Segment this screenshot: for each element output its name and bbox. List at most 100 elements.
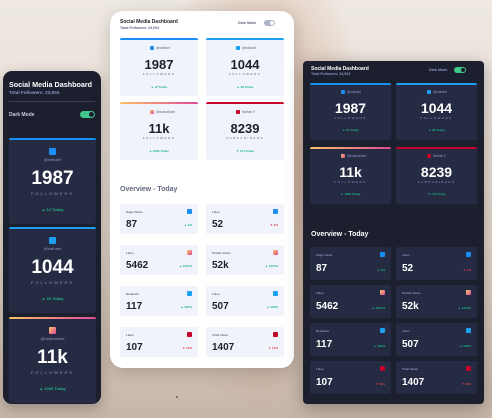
overview-change: ▼ 12% xyxy=(268,346,278,350)
card-handle: Nathan F. xyxy=(242,110,256,114)
facebook-icon xyxy=(273,209,278,214)
card-count: 1044 xyxy=(31,257,74,278)
card-accent-bar xyxy=(396,83,477,85)
card-change: ▲ 99 Today xyxy=(236,85,254,89)
overview-card[interactable]: Page Views 87 ▲ 3% xyxy=(120,204,198,234)
follower-card-youtube[interactable]: Nathan F. 8239 SUBSCRIBERS ▼ 144 Today xyxy=(396,147,477,204)
follower-card-instagram[interactable]: @realnathanf 11k FOLLOWERS ▲ 1099 Today xyxy=(310,147,391,204)
overview-label: Retweets xyxy=(126,292,140,296)
overview-change: ▲ 1375% xyxy=(264,264,278,268)
overview-label: Page Views xyxy=(316,253,333,257)
card-change: ▲ 1099 Today xyxy=(39,386,66,391)
overview-card[interactable]: Retweets 117 ▲ 303% xyxy=(120,286,198,316)
overview-value: 107 xyxy=(126,342,143,353)
total-followers: Total Followers: 23,004 xyxy=(9,90,60,95)
divider xyxy=(9,101,95,102)
card-handle: @nathanf xyxy=(43,157,62,162)
overview-label: Likes xyxy=(402,329,410,333)
card-count: 1044 xyxy=(230,57,260,72)
follower-card-twitter[interactable]: @nathanf 1044 FOLLOWERS ▲ 99 Today xyxy=(206,38,284,96)
overview-label: Likes xyxy=(316,367,324,371)
dark-mode-toggle[interactable] xyxy=(454,67,466,73)
instagram-icon xyxy=(150,110,154,114)
overview-label: Likes xyxy=(126,251,134,255)
follower-card-facebook[interactable]: @nathanf 1987 FOLLOWERS ▲ 12 Today xyxy=(310,83,391,140)
card-change: ▲ 12 Today xyxy=(342,128,359,132)
card-count: 11k xyxy=(37,347,68,368)
toggle-knob xyxy=(89,112,94,117)
overview-card[interactable]: Likes 107 ▼ 19% xyxy=(310,361,391,394)
instagram-icon xyxy=(49,327,56,334)
overview-value: 117 xyxy=(126,301,143,312)
overview-card[interactable]: Likes 507 ▲ 553% xyxy=(396,323,477,356)
overview-card[interactable]: Likes 52 ▼ 2% xyxy=(396,247,477,280)
overview-change: ▼ 12% xyxy=(461,382,471,386)
overview-card[interactable]: Likes 107 ▼ 19% xyxy=(120,327,198,357)
overview-label: Likes xyxy=(316,291,324,295)
follower-card-youtube[interactable]: Nathan F. 8239 SUBSCRIBERS ▼ 144 Today xyxy=(206,102,284,160)
card-label: FOLLOWERS xyxy=(334,180,367,184)
dark-mode-label: Dark Mode xyxy=(9,112,35,118)
follower-card-facebook[interactable]: @nathanf 1987 FOLLOWERS ▲ 12 Today xyxy=(120,38,198,96)
facebook-icon xyxy=(380,252,385,257)
overview-card[interactable]: Likes 5462 ▲ 2257% xyxy=(310,285,391,318)
facebook-icon xyxy=(187,209,192,214)
overview-card[interactable]: Page Views 87 ▲ 3% xyxy=(310,247,391,280)
overview-value: 117 xyxy=(316,339,333,350)
overview-card[interactable]: Likes 507 ▲ 553% xyxy=(206,286,284,316)
overview-label: Total Views xyxy=(402,367,419,371)
overview-change: ▲ 303% xyxy=(180,305,192,309)
card-count: 1987 xyxy=(31,168,74,189)
twitter-icon xyxy=(49,237,56,244)
card-handle: @nathanf xyxy=(242,46,256,50)
youtube-icon xyxy=(236,110,240,114)
overview-change: ▲ 3% xyxy=(183,223,192,227)
overview-card[interactable]: Profile Views 52k ▲ 1375% xyxy=(396,285,477,318)
dark-mode-toggle[interactable] xyxy=(80,111,95,118)
mobile-dark-mockup: Social Media Dashboard Total Followers: … xyxy=(3,71,101,404)
overview-label: Likes xyxy=(212,210,220,214)
overview-label: Total Views xyxy=(212,333,229,337)
overview-value: 507 xyxy=(212,301,229,312)
overview-card[interactable]: Likes 52 ▼ 2% xyxy=(206,204,284,234)
overview-value: 52 xyxy=(402,263,414,274)
overview-card[interactable]: Likes 5462 ▲ 2257% xyxy=(120,245,198,275)
card-accent-bar xyxy=(9,138,96,140)
overview-value: 1407 xyxy=(402,377,425,388)
card-handle: @nathanf xyxy=(347,90,361,94)
tablet-light-mockup: Social Media Dashboard Total Followers: … xyxy=(110,11,294,368)
card-label: SUBSCRIBERS xyxy=(225,136,264,140)
overview-card[interactable]: Total Views 1407 ▼ 12% xyxy=(206,327,284,357)
card-change: ▼ 144 Today xyxy=(235,149,255,153)
overview-card[interactable]: Profile Views 52k ▲ 1375% xyxy=(206,245,284,275)
card-accent-bar xyxy=(120,38,198,40)
overview-label: Page Views xyxy=(126,210,143,214)
overview-card[interactable]: Total Views 1407 ▼ 12% xyxy=(396,361,477,394)
follower-card-instagram[interactable]: @realnathanf 11k FOLLOWERS ▲ 1099 Today xyxy=(9,317,96,403)
follower-card-facebook[interactable]: @nathanf 1987 FOLLOWERS ▲ 12 Today xyxy=(9,138,96,224)
overview-value: 5462 xyxy=(316,301,339,312)
dashboard-title: Social Media Dashboard xyxy=(120,19,178,25)
card-label: SUBSCRIBERS xyxy=(417,180,456,184)
twitter-icon xyxy=(273,291,278,296)
overview-card[interactable]: Retweets 117 ▲ 303% xyxy=(310,323,391,356)
card-count: 1044 xyxy=(420,100,453,116)
card-handle: @nathanf xyxy=(433,90,447,94)
overview-value: 507 xyxy=(402,339,419,350)
dark-mode-toggle[interactable] xyxy=(264,20,275,26)
follower-card-twitter[interactable]: @nathanf 1044 FOLLOWERS ▲ 99 Today xyxy=(396,83,477,140)
instagram-icon xyxy=(187,250,192,255)
overview-change: ▲ 553% xyxy=(459,344,471,348)
card-change: ▲ 99 Today xyxy=(41,296,64,301)
overview-value: 5462 xyxy=(126,260,149,271)
instagram-icon xyxy=(273,250,278,255)
follower-card-instagram[interactable]: @realnathanf 11k FOLLOWERS ▲ 1099 Today xyxy=(120,102,198,160)
overview-title: Overview - Today xyxy=(120,186,178,193)
follower-card-twitter[interactable]: @nathanf 1044 FOLLOWERS ▲ 99 Today xyxy=(9,227,96,313)
total-followers: Total Followers: 23,004 xyxy=(311,72,351,76)
youtube-icon xyxy=(187,332,192,337)
card-accent-bar xyxy=(396,147,477,149)
overview-change: ▲ 303% xyxy=(373,344,385,348)
card-count: 8239 xyxy=(420,164,453,180)
card-count: 11k xyxy=(148,121,170,136)
